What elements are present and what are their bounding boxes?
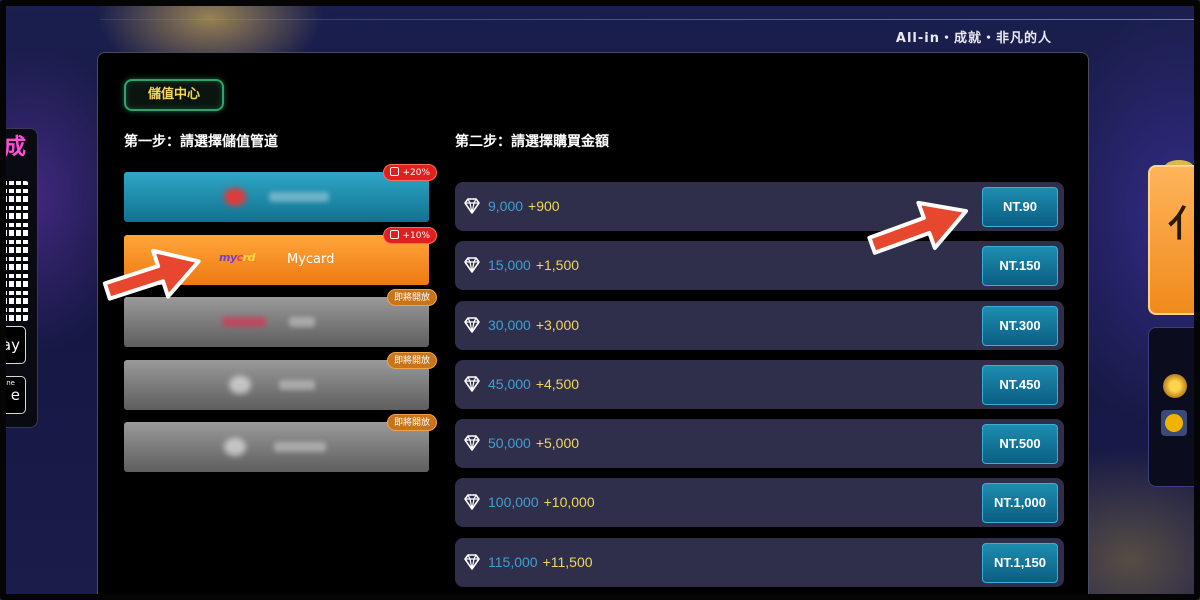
- thumbs-up-icon: [390, 167, 400, 176]
- diamond-icon: [462, 552, 482, 572]
- play-store-label: e: [10, 386, 20, 404]
- diamond-icon: [462, 492, 482, 512]
- diamond-icon: [462, 433, 482, 453]
- right-event-badge[interactable]: 亻: [1148, 165, 1200, 315]
- event-badge-icon: 亻: [1168, 204, 1200, 245]
- amount-bonus: +3,000: [535, 316, 580, 333]
- amount-base: 115,000: [488, 553, 538, 570]
- amount-bonus: +4,500: [535, 375, 580, 392]
- rank-icon[interactable]: [1161, 410, 1187, 436]
- channel-blurred-label: [279, 379, 315, 390]
- channel-blurred-logo: [222, 317, 266, 327]
- channel-blurred-label: [289, 317, 315, 327]
- channel-logo-icon: [224, 188, 246, 206]
- amount-base: 100,000: [488, 494, 539, 511]
- amount-text: 50,000 +5,000: [488, 435, 579, 451]
- amount-base: 50,000: [488, 435, 531, 452]
- channel-blurred-label: [274, 442, 326, 452]
- price-button[interactable]: NT.500: [982, 424, 1058, 465]
- step2-title: 第二步：請選擇購買金額: [455, 134, 609, 150]
- price-button[interactable]: NT.1,000: [982, 483, 1058, 524]
- amount-row[interactable]: 50,000 +5,000 NT.500: [455, 419, 1064, 469]
- amount-bonus: +5,000: [535, 435, 580, 452]
- amount-base: 30,000: [488, 316, 531, 333]
- amount-base: 15,000: [488, 257, 531, 274]
- medal-icon[interactable]: [1163, 374, 1187, 398]
- amount-row[interactable]: 30,000 +3,000 NT.300: [455, 300, 1064, 350]
- price-button[interactable]: NT.1,150: [982, 542, 1058, 583]
- play-store-small-label: ne: [6, 379, 15, 387]
- diamond-icon: [462, 196, 482, 216]
- amount-bonus: +1,500: [535, 257, 580, 274]
- channel-option-4[interactable]: 即將開放: [124, 351, 437, 410]
- amount-text: 100,000 +10,000: [488, 494, 595, 510]
- bonus-tag: +10%: [383, 226, 437, 244]
- channel-option-1[interactable]: +20%: [124, 164, 437, 222]
- channel-logo-icon: [229, 375, 251, 394]
- bonus-tag-label: +10%: [402, 230, 430, 241]
- panel-title: 儲值中心: [124, 79, 224, 111]
- recharge-panel: 儲值中心 第一步：請選擇儲值管道 第二步：請選擇購買金額 +20% mycrd …: [97, 52, 1089, 600]
- step1-title: 第一步：請選擇儲值管道: [124, 134, 278, 150]
- app-store-label: ay: [1, 336, 20, 354]
- amount-row[interactable]: 100,000 +10,000 NT.1,000: [455, 478, 1064, 528]
- amount-bonus: +11,500: [542, 553, 593, 570]
- mycard-logo-part: rd: [242, 250, 256, 264]
- price-button[interactable]: NT.90: [982, 187, 1058, 227]
- play-store-button[interactable]: ne e: [0, 376, 26, 414]
- diamond-icon: [462, 374, 482, 394]
- pointer-arrow-icon: [867, 200, 969, 255]
- pointer-arrow-icon: [102, 248, 201, 301]
- channel-label: Mycard: [287, 251, 335, 267]
- mycard-logo-part: my: [219, 250, 237, 264]
- price-button[interactable]: NT.450: [982, 364, 1058, 405]
- amount-row[interactable]: 45,000 +4,500 NT.450: [455, 359, 1064, 409]
- thumbs-up-icon: [390, 229, 400, 239]
- price-button[interactable]: NT.300: [982, 305, 1058, 346]
- bonus-tag: +20%: [383, 164, 437, 181]
- coming-soon-tag: 即將開放: [386, 414, 437, 431]
- amount-row[interactable]: 115,000 +11,500 NT.1,150: [455, 537, 1064, 587]
- left-side-widget: 成 ay ne e: [0, 128, 38, 428]
- amount-bonus: +900: [528, 198, 560, 214]
- amount-text: 115,000 +11,500: [488, 554, 593, 570]
- bonus-tag-label: +20%: [402, 168, 430, 178]
- amount-bonus: +10,000: [543, 494, 595, 511]
- channel-blurred-label: [269, 192, 329, 202]
- coming-soon-tag: 即將開放: [386, 289, 437, 306]
- diamond-icon: [462, 255, 482, 275]
- channel-logo-icon: [224, 438, 246, 456]
- channel-option-5[interactable]: 即將開放: [124, 414, 437, 472]
- mycard-logo-icon: mycrd: [219, 251, 255, 264]
- diamond-icon: [462, 315, 482, 335]
- amount-text: 9,000 +900: [488, 198, 560, 214]
- right-side-panel: [1148, 327, 1194, 487]
- header-slogan: All-in・成就・非凡的人: [895, 31, 1052, 46]
- price-button[interactable]: NT.150: [982, 246, 1058, 287]
- amount-text: 30,000 +3,000: [488, 317, 579, 333]
- channel-list: +20% mycrd Mycard +10% 即將開放 即將開放 即將開放: [124, 164, 437, 485]
- amount-text: 15,000 +1,500: [488, 257, 579, 273]
- side-logo-icon: 成: [4, 135, 27, 160]
- amount-base: 9,000: [488, 198, 524, 214]
- header-divider: [100, 19, 1200, 20]
- app-store-button[interactable]: ay: [0, 326, 26, 364]
- coming-soon-tag: 即將開放: [386, 351, 437, 369]
- amount-base: 45,000: [488, 375, 531, 392]
- qr-code-icon: [2, 181, 28, 321]
- amount-text: 45,000 +4,500: [488, 376, 579, 392]
